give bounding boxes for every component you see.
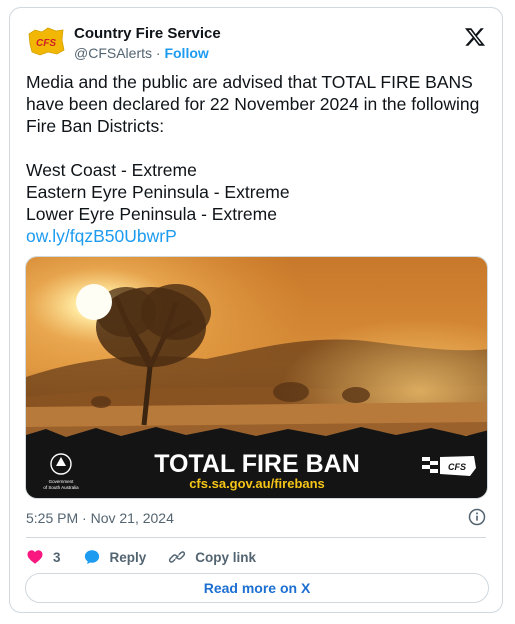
follow-button[interactable]: Follow <box>164 45 208 61</box>
avatar-text: CFS <box>36 38 56 49</box>
action-bar: 3 Reply Copy link <box>26 546 278 568</box>
tweet-timestamp[interactable]: 5:25 PM · Nov 21, 2024 <box>26 510 174 526</box>
meta-separator: · <box>155 45 161 61</box>
tweet-link[interactable]: ow.ly/fqzB50UbwrP <box>26 226 177 246</box>
author-handle[interactable]: @CFSAlerts <box>74 45 152 61</box>
banner-headline: TOTAL FIRE BAN <box>154 450 360 478</box>
reply-icon <box>84 550 99 565</box>
author-meta: @CFSAlerts · Follow <box>74 45 209 61</box>
district-item: West Coast - Extreme <box>26 160 197 180</box>
tweet-media-image[interactable]: Government of South Australia TOTAL FIRE… <box>25 256 488 499</box>
district-item: Lower Eyre Peninsula - Extreme <box>26 204 277 224</box>
district-item: Eastern Eyre Peninsula - Extreme <box>26 182 290 202</box>
link-icon <box>169 551 186 563</box>
read-more-button[interactable]: Read more on X <box>25 573 489 603</box>
cfs-avatar-icon[interactable]: CFS <box>26 22 66 62</box>
tweet-intro: Media and the public are advised that TO… <box>26 72 480 136</box>
gov-line-2: of South Australia <box>43 485 79 490</box>
reply-label: Reply <box>109 549 147 565</box>
tweet-header: CFS Country Fire Service @CFSAlerts · Fo… <box>26 22 486 66</box>
banner-url: cfs.sa.gov.au/firebans <box>189 476 325 491</box>
x-logo-icon[interactable] <box>464 26 486 48</box>
copy-link-button[interactable]: Copy link <box>168 548 256 566</box>
gov-line-1: Government <box>49 479 75 484</box>
divider <box>26 537 486 538</box>
tweet-text: Media and the public are advised that TO… <box>26 71 486 247</box>
copy-link-label: Copy link <box>195 549 257 565</box>
heart-icon <box>27 550 43 564</box>
reply-button[interactable]: Reply <box>83 548 147 566</box>
like-count: 3 <box>53 549 61 565</box>
info-icon[interactable] <box>468 508 486 526</box>
tweet-card: CFS Country Fire Service @CFSAlerts · Fo… <box>9 7 503 613</box>
author-name[interactable]: Country Fire Service <box>74 25 221 42</box>
like-button[interactable]: 3 <box>26 548 61 566</box>
banner-logo-text: CFS <box>448 462 466 472</box>
